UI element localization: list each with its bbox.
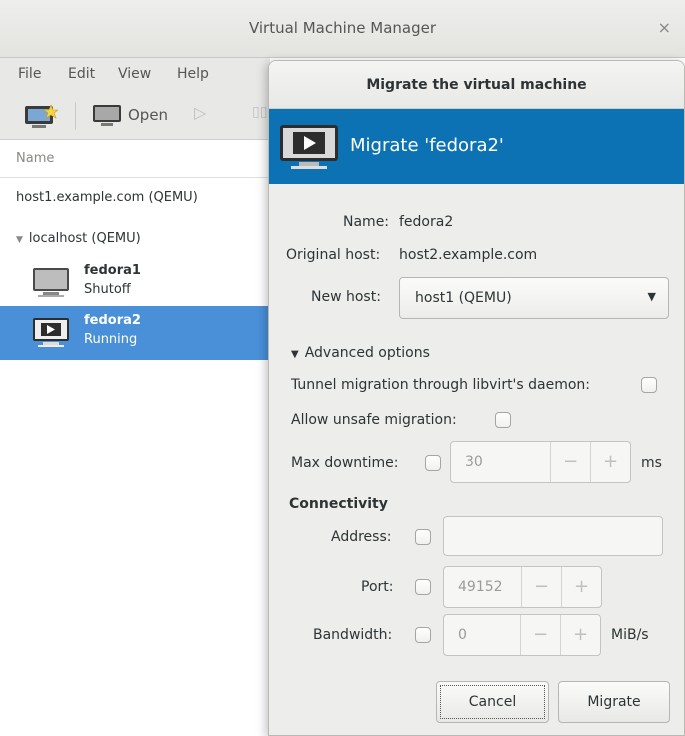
- unsafe-checkbox[interactable]: [495, 412, 511, 428]
- dropdown-arrow-icon: ▼: [647, 290, 656, 303]
- expander-icon: ▼: [291, 349, 299, 360]
- vm-running-icon: [33, 318, 69, 347]
- vm-name: fedora2: [84, 313, 141, 328]
- decrement-button[interactable]: −: [520, 615, 560, 655]
- vm-row-fedora1[interactable]: fedora1 Shutoff: [0, 256, 270, 310]
- increment-button[interactable]: +: [561, 567, 601, 607]
- migrate-button[interactable]: Migrate: [558, 681, 670, 723]
- list-header: Name: [0, 140, 270, 178]
- port-label: Port:: [361, 579, 394, 595]
- bandwidth-value: 0: [458, 627, 467, 643]
- max-downtime-checkbox[interactable]: [425, 455, 441, 471]
- vm-row-fedora2[interactable]: fedora2 Running: [0, 306, 270, 360]
- increment-button[interactable]: +: [560, 615, 600, 655]
- open-button[interactable]: Open: [128, 106, 168, 124]
- tunnel-checkbox[interactable]: [641, 377, 657, 393]
- max-downtime-value: 30: [465, 454, 483, 470]
- connection-host1[interactable]: host1.example.com (QEMU): [16, 190, 198, 205]
- new-vm-icon[interactable]: [24, 104, 59, 134]
- bandwidth-spin[interactable]: 0 − +: [443, 614, 601, 656]
- address-input[interactable]: [443, 516, 663, 556]
- increment-button[interactable]: +: [590, 442, 630, 482]
- max-downtime-unit: ms: [641, 455, 662, 471]
- bandwidth-unit: MiB/s: [611, 627, 649, 643]
- port-value: 49152: [458, 579, 503, 595]
- original-host-label: Original host:: [286, 247, 381, 263]
- address-checkbox[interactable]: [415, 529, 431, 545]
- decrement-button[interactable]: −: [521, 567, 561, 607]
- name-value: fedora2: [399, 214, 454, 230]
- vm-shutoff-icon: [33, 268, 69, 297]
- menu-edit[interactable]: Edit: [68, 66, 95, 82]
- connection-label: localhost (QEMU): [28, 231, 141, 246]
- menu-file[interactable]: File: [18, 66, 41, 82]
- window-titlebar: Virtual Machine Manager ×: [0, 0, 685, 58]
- original-host-value: host2.example.com: [399, 247, 538, 263]
- window-title: Virtual Machine Manager: [248, 19, 437, 37]
- vm-name: fedora1: [84, 263, 141, 278]
- open-icon[interactable]: [92, 104, 122, 132]
- vm-migrate-icon: [280, 125, 338, 169]
- dialog-header: Migrate 'fedora2': [269, 109, 684, 184]
- advanced-options-expander[interactable]: ▼ Advanced options: [291, 345, 430, 361]
- max-downtime-label: Max downtime:: [291, 455, 399, 471]
- migrate-dialog: Migrate the virtual machine Migrate 'fed…: [268, 60, 685, 736]
- tunnel-label: Tunnel migration through libvirt's daemo…: [291, 377, 591, 393]
- pause-icon[interactable]: ▯▯: [252, 104, 267, 120]
- connectivity-heading: Connectivity: [289, 496, 388, 512]
- bandwidth-label: Bandwidth:: [313, 627, 393, 643]
- menu-view[interactable]: View: [118, 66, 151, 82]
- close-icon[interactable]: ×: [658, 18, 671, 37]
- decrement-button[interactable]: −: [550, 442, 590, 482]
- dialog-titlebar: Migrate the virtual machine: [269, 61, 684, 109]
- vm-list: host1.example.com (QEMU) ▼ localhost (QEM…: [0, 178, 270, 736]
- menu-help[interactable]: Help: [177, 66, 209, 82]
- play-icon[interactable]: ▷: [194, 103, 206, 122]
- new-host-label: New host:: [311, 289, 381, 305]
- toolbar: Open ▷ ▯▯: [0, 92, 270, 140]
- toolbar-separator: [75, 102, 76, 130]
- menubar: File Edit View Help: [0, 58, 270, 92]
- bandwidth-checkbox[interactable]: [415, 627, 431, 643]
- dialog-header-title: Migrate 'fedora2': [350, 135, 504, 156]
- column-name[interactable]: Name: [16, 151, 54, 166]
- new-host-combo[interactable]: host1 (QEMU) ▼: [399, 277, 669, 319]
- vm-state: Shutoff: [84, 282, 131, 297]
- expander-icon[interactable]: ▼: [16, 235, 23, 245]
- name-label: Name:: [343, 214, 390, 230]
- port-spin[interactable]: 49152 − +: [443, 566, 602, 608]
- port-checkbox[interactable]: [415, 579, 431, 595]
- unsafe-label: Allow unsafe migration:: [291, 412, 457, 428]
- new-host-value: host1 (QEMU): [415, 290, 512, 306]
- max-downtime-spin[interactable]: 30 − +: [450, 441, 631, 483]
- dialog-title: Migrate the virtual machine: [366, 77, 587, 93]
- connection-localhost[interactable]: ▼ localhost (QEMU): [16, 231, 141, 246]
- advanced-options-label: Advanced options: [304, 345, 430, 361]
- vm-state: Running: [84, 332, 138, 347]
- address-label: Address:: [331, 529, 392, 545]
- cancel-button[interactable]: Cancel: [436, 681, 549, 723]
